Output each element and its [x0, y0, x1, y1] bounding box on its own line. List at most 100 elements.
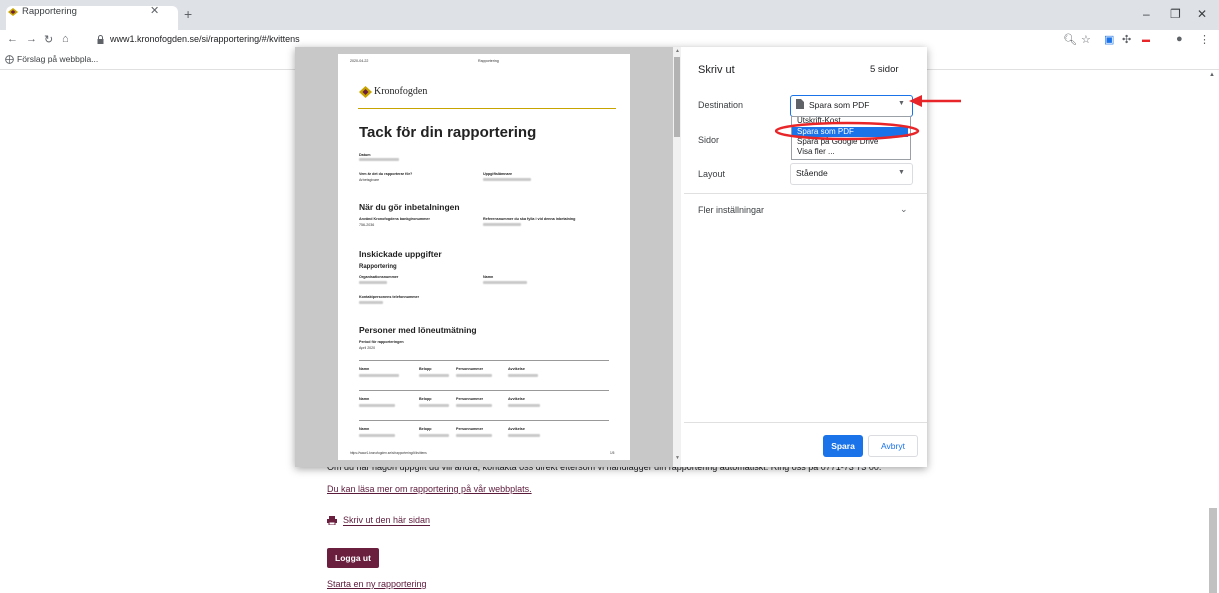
- preview-table-rule: [359, 420, 609, 421]
- preview-uppgift-label: Uppgiftslämnare: [483, 172, 513, 176]
- preview-date: 2020-04-22: [350, 59, 369, 63]
- preview-redacted: [508, 374, 538, 377]
- preview-inbetalning-heading: När du gör inbetalningen: [359, 202, 460, 212]
- layout-value: Stående: [796, 168, 828, 178]
- preview-col-avvikelse: Avvikelse: [508, 397, 525, 401]
- preview-scroll-up-icon[interactable]: ▲: [675, 48, 680, 54]
- zoom-icon[interactable]: 🔍︎: [1063, 33, 1077, 46]
- preview-redacted: [508, 404, 540, 407]
- preview-rapportering-sub: Rapportering: [359, 264, 397, 270]
- puzzle-extension-icon[interactable]: ✣: [1122, 33, 1131, 46]
- maximize-icon[interactable]: ❐: [1170, 7, 1181, 21]
- preview-kontakt-label: Kontaktpersonens telefonnummer: [359, 295, 420, 299]
- preview-col-personnummer: Personnummer: [456, 367, 484, 371]
- new-tab-icon[interactable]: +: [184, 6, 192, 22]
- preview-redacted: [456, 404, 492, 407]
- preview-redacted: [456, 434, 492, 437]
- divider: [684, 422, 927, 423]
- preview-heading: Tack för din rapportering: [359, 124, 537, 141]
- preview-gold-rule: [358, 108, 616, 109]
- page-scrollbar-thumb[interactable]: [1209, 508, 1217, 593]
- expand-chevron-icon[interactable]: ⌄: [900, 204, 908, 215]
- preview-referens-label: Referensnummer du ska fylla i vid denna …: [483, 217, 576, 221]
- preview-col-namn: Namn: [359, 427, 370, 431]
- preview-datum-label: Datum: [359, 153, 371, 157]
- preview-bankgiro-value: 756-2036: [359, 223, 375, 227]
- preview-redacted: [483, 178, 531, 181]
- preview-footer-url: https://www1.kronofogden.se/si/rapporter…: [350, 451, 427, 455]
- preview-redacted: [359, 404, 395, 407]
- preview-period-value: April 2020: [359, 346, 376, 350]
- divider: [684, 193, 927, 194]
- preview-bankgiro-label: Använd Kronofogdens bankgironummer: [359, 217, 430, 221]
- reload-icon[interactable]: ↻: [44, 33, 53, 46]
- preview-logo-text: Kronofogden: [374, 86, 428, 97]
- lock-icon: [97, 35, 104, 44]
- close-window-icon[interactable]: ✕: [1197, 7, 1207, 21]
- preview-redacted: [359, 301, 383, 304]
- read-more-link[interactable]: Du kan läsa mer om rapportering på vår w…: [327, 484, 532, 494]
- preview-footer-page: 1/5: [610, 451, 615, 455]
- annotation-overlay: [775, 95, 961, 141]
- preview-redacted: [419, 374, 449, 377]
- extension-icon[interactable]: ▣: [1104, 33, 1114, 46]
- save-button[interactable]: Spara: [823, 435, 863, 457]
- preview-col-namn: Namn: [359, 367, 370, 371]
- preview-personer-heading: Personer med löneutmätning: [359, 325, 477, 335]
- preview-redacted: [359, 281, 387, 284]
- preview-col-personnummer: Personnummer: [456, 397, 484, 401]
- preview-col-personnummer: Personnummer: [456, 427, 484, 431]
- bookmark-star-icon[interactable]: ☆: [1081, 33, 1091, 46]
- preview-namn-label: Namn: [483, 275, 494, 279]
- preview-page: 2020-04-22 Rapportering Kronofogden Tack…: [338, 54, 630, 460]
- preview-vem-value: Arbetsgivare: [359, 178, 380, 182]
- preview-col-belopp: Belopp: [419, 397, 432, 401]
- destination-option[interactable]: Visa fler ...: [797, 147, 835, 156]
- preview-col-avvikelse: Avvikelse: [508, 367, 525, 371]
- preview-redacted: [359, 374, 399, 377]
- scroll-up-icon[interactable]: ▲: [1209, 72, 1215, 78]
- annotation-arrowhead-icon: [909, 95, 922, 107]
- new-report-link[interactable]: Starta en ny rapportering: [327, 579, 427, 589]
- preview-table-rule: [359, 360, 609, 361]
- back-icon[interactable]: ←: [7, 33, 18, 45]
- preview-vem-label: Vem är det du rapporterar för?: [359, 172, 413, 176]
- globe-icon: [5, 55, 14, 64]
- preview-redacted: [483, 281, 527, 284]
- logout-button[interactable]: Logga ut: [327, 548, 379, 568]
- profile-icon[interactable]: ●: [1176, 33, 1183, 45]
- bookmark-suggested-sites[interactable]: Förslag på webbpla...: [17, 54, 98, 64]
- preview-redacted: [359, 158, 399, 161]
- cancel-button[interactable]: Avbryt: [868, 435, 918, 457]
- kronofogden-logo-icon: [359, 86, 372, 98]
- tab-title: Rapportering: [22, 6, 77, 17]
- annotation-ellipse: [775, 121, 920, 141]
- preview-inskickade-heading: Inskickade uppgifter: [359, 249, 442, 259]
- preview-table-rule: [359, 390, 609, 391]
- preview-scroll-down-icon[interactable]: ▼: [675, 455, 680, 461]
- address-bar[interactable]: www1.kronofogden.se/si/rapportering/#/kv…: [110, 34, 300, 44]
- layout-label: Layout: [698, 169, 726, 179]
- tab-close-icon[interactable]: ✕: [150, 4, 159, 17]
- home-icon[interactable]: ⌂: [62, 33, 69, 45]
- menu-kebab-icon[interactable]: ⋮: [1199, 33, 1210, 46]
- extension-badge-icon[interactable]: ▬: [1142, 35, 1150, 44]
- preview-col-avvikelse: Avvikelse: [508, 427, 525, 431]
- preview-redacted: [419, 404, 449, 407]
- preview-col-belopp: Belopp: [419, 367, 432, 371]
- print-dialog-title: Skriv ut: [698, 64, 735, 76]
- preview-header-title: Rapportering: [478, 59, 499, 63]
- preview-redacted: [419, 434, 449, 437]
- preview-redacted: [359, 434, 395, 437]
- kronofogden-favicon-icon: [8, 8, 18, 16]
- layout-chevron-down-icon[interactable]: ▼: [898, 169, 905, 176]
- minimize-icon[interactable]: –: [1143, 7, 1150, 21]
- preview-redacted: [483, 223, 521, 226]
- forward-icon[interactable]: →: [26, 33, 37, 45]
- preview-col-namn: Namn: [359, 397, 370, 401]
- printer-icon[interactable]: [327, 516, 337, 525]
- preview-scrollbar-thumb[interactable]: [674, 57, 680, 137]
- more-settings[interactable]: Fler inställningar: [698, 205, 764, 215]
- print-page-link[interactable]: Skriv ut den här sidan: [343, 515, 431, 526]
- preview-redacted: [456, 374, 492, 377]
